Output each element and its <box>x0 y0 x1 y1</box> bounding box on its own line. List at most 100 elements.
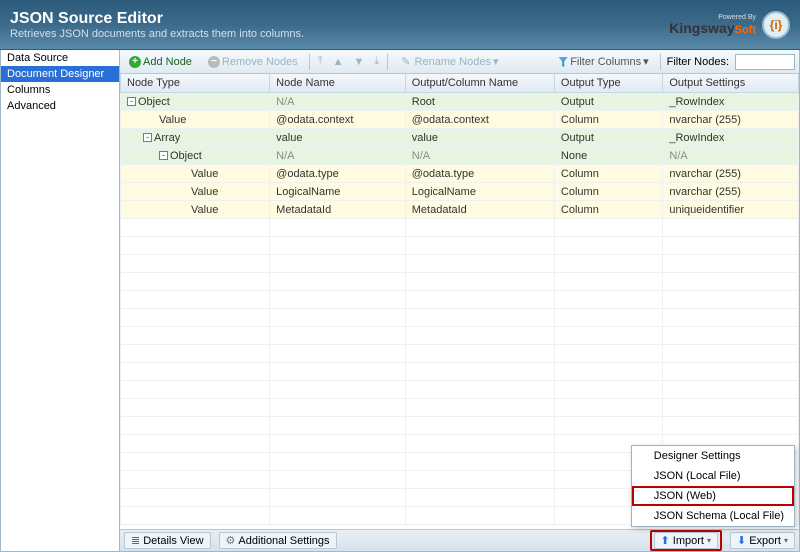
table-row[interactable]: ValueLogicalNameLogicalNameColumnnvarcha… <box>121 183 799 201</box>
import-menu: Designer SettingsJSON (Local File)JSON (… <box>631 445 795 527</box>
table-row <box>121 381 799 399</box>
table-row <box>121 309 799 327</box>
node-type: Value <box>191 168 218 180</box>
list-icon: ≣ <box>131 534 140 547</box>
import-button[interactable]: ⬆ Import ▾ <box>654 532 718 549</box>
cell: Column <box>554 183 662 201</box>
table-row <box>121 399 799 417</box>
cell: N/A <box>663 147 799 165</box>
page-title: JSON Source Editor <box>10 10 304 28</box>
cell: N/A <box>270 147 406 165</box>
cell: LogicalName <box>270 183 406 201</box>
table-row <box>121 255 799 273</box>
cell: None <box>554 147 662 165</box>
menu-item-json-web-[interactable]: JSON (Web) <box>632 486 794 506</box>
filter-columns-button[interactable]: Filter Columns ▾ <box>553 53 653 70</box>
node-type: Value <box>191 204 218 216</box>
export-button[interactable]: ⬇ Export ▾ <box>730 532 795 549</box>
header: JSON Source Editor Retrieves JSON docume… <box>0 0 800 50</box>
cell: LogicalName <box>405 183 554 201</box>
page-subtitle: Retrieves JSON documents and extracts th… <box>10 28 304 40</box>
filter-nodes-input[interactable] <box>735 54 795 70</box>
cell: MetadataId <box>405 201 554 219</box>
cell: Column <box>554 201 662 219</box>
move-up-icon[interactable]: ▲ <box>331 56 346 68</box>
chevron-down-icon: ▾ <box>643 55 649 68</box>
sidebar-item-document-designer[interactable]: Document Designer <box>1 66 119 82</box>
menu-item-json-local-file-[interactable]: JSON (Local File) <box>632 466 794 486</box>
table-row <box>121 237 799 255</box>
node-type: Object <box>170 150 202 162</box>
table-row <box>121 345 799 363</box>
cell: MetadataId <box>270 201 406 219</box>
sidebar-item-advanced[interactable]: Advanced <box>1 98 119 114</box>
funnel-icon <box>558 57 568 67</box>
toolbar: + Add Node − Remove Nodes ⤒ ▲ ▼ ⤓ ✎ Rena… <box>120 50 799 74</box>
rename-icon: ✎ <box>399 55 412 68</box>
table-row[interactable]: Value@odata.context@odata.contextColumnn… <box>121 111 799 129</box>
table-row <box>121 219 799 237</box>
sidebar-item-columns[interactable]: Columns <box>1 82 119 98</box>
export-icon: ⬇ <box>737 534 746 547</box>
add-node-button[interactable]: + Add Node <box>124 54 197 70</box>
separator <box>660 54 661 70</box>
additional-settings-tab[interactable]: ⚙ Additional Settings <box>219 532 337 549</box>
table-row <box>121 291 799 309</box>
table-row[interactable]: -ArrayvaluevalueOutput_RowIndex <box>121 129 799 147</box>
tree-toggle[interactable]: - <box>143 133 152 142</box>
cell: value <box>405 129 554 147</box>
filter-nodes-label: Filter Nodes: <box>667 56 729 68</box>
cell: Output <box>554 129 662 147</box>
table-row[interactable]: -Object N/ARootOutput_RowIndex <box>121 93 799 111</box>
separator <box>309 54 310 70</box>
table-row <box>121 363 799 381</box>
cell: N/A <box>270 93 406 111</box>
json-icon: {i} <box>762 11 790 39</box>
cell: _RowIndex <box>663 93 799 111</box>
move-top-icon[interactable]: ⤒ <box>316 55 325 68</box>
node-type: Object <box>138 96 170 108</box>
import-icon: ⬆ <box>661 534 670 547</box>
menu-item-designer-settings[interactable]: Designer Settings <box>632 446 794 466</box>
node-type: Array <box>154 132 180 144</box>
footer-tabs: ≣ Details View ⚙ Additional Settings ⬆ I… <box>120 529 799 551</box>
cell: Root <box>405 93 554 111</box>
plus-icon: + <box>129 56 141 68</box>
table-row <box>121 417 799 435</box>
cell: Column <box>554 111 662 129</box>
move-down-icon[interactable]: ▼ <box>352 56 367 68</box>
details-view-tab[interactable]: ≣ Details View <box>124 532 211 549</box>
table-row <box>121 273 799 291</box>
column-header[interactable]: Node Type <box>121 74 270 93</box>
table-row[interactable]: -ObjectN/AN/ANoneN/A <box>121 147 799 165</box>
cell: @odata.type <box>270 165 406 183</box>
column-header[interactable]: Output/Column Name <box>405 74 554 93</box>
column-header[interactable]: Node Name <box>270 74 406 93</box>
column-header[interactable]: Output Type <box>554 74 662 93</box>
table-row <box>121 327 799 345</box>
cell: @odata.type <box>405 165 554 183</box>
remove-nodes-button[interactable]: − Remove Nodes <box>203 54 303 70</box>
minus-icon: − <box>208 56 220 68</box>
chevron-down-icon: ▾ <box>784 536 788 545</box>
menu-item-json-schema-local-file-[interactable]: JSON Schema (Local File) <box>632 506 794 526</box>
rename-nodes-button[interactable]: ✎ Rename Nodes ▾ <box>394 53 503 70</box>
main-panel: + Add Node − Remove Nodes ⤒ ▲ ▼ ⤓ ✎ Rena… <box>120 50 800 552</box>
node-type: Value <box>191 186 218 198</box>
tree-toggle[interactable]: - <box>127 97 136 106</box>
cell: @odata.context <box>405 111 554 129</box>
column-header[interactable]: Output Settings <box>663 74 799 93</box>
sidebar-item-data-source[interactable]: Data Source <box>1 50 119 66</box>
cell: Column <box>554 165 662 183</box>
cell: nvarchar (255) <box>663 183 799 201</box>
chevron-down-icon: ▾ <box>707 536 711 545</box>
cell: nvarchar (255) <box>663 111 799 129</box>
separator <box>387 54 388 70</box>
table-row[interactable]: ValueMetadataIdMetadataIdColumnuniqueide… <box>121 201 799 219</box>
move-bottom-icon[interactable]: ⤓ <box>372 55 381 68</box>
table-row[interactable]: Value@odata.type@odata.typeColumnnvarcha… <box>121 165 799 183</box>
cell: @odata.context <box>270 111 406 129</box>
tree-toggle[interactable]: - <box>159 151 168 160</box>
chevron-down-icon: ▾ <box>493 55 499 68</box>
cell: Output <box>554 93 662 111</box>
